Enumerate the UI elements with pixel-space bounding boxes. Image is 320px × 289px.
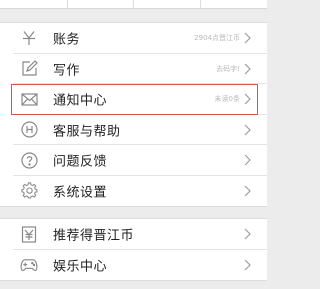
menu-item-entertainment[interactable]: 娱乐中心 [0, 250, 267, 281]
menu-item-label: 账务 [53, 32, 81, 48]
edit-icon [20, 60, 38, 78]
currency-yen-icon [20, 29, 38, 47]
menu-item-label: 问题反馈 [53, 154, 108, 170]
menu-item-settings[interactable]: 系统设置 [0, 176, 267, 207]
menu-item-feedback[interactable]: 问题反馈 [0, 145, 267, 176]
menu-group-extras: 推荐得晋江币 娱乐中心 [0, 218, 267, 281]
chevron-right-icon [244, 32, 251, 44]
chevron-right-icon [244, 154, 251, 166]
help-circle-icon [20, 121, 38, 139]
chevron-right-icon [244, 259, 251, 271]
chevron-right-icon [244, 93, 251, 105]
menu-item-label: 写作 [53, 63, 81, 79]
menu-group-main: 账务 2904点晋江币 写作 去码字! 通知中心 未读0条 客服与帮助 问题反馈… [0, 22, 267, 207]
gift-box-icon [20, 225, 38, 243]
question-icon [20, 151, 38, 169]
menu-item-recommend[interactable]: 推荐得晋江币 [0, 219, 267, 250]
gear-icon [20, 182, 38, 200]
top-tab-strip [0, 0, 267, 9]
menu-item-value: 去码字! [216, 64, 240, 73]
menu-item-notifications[interactable]: 通知中心 未读0条 [0, 84, 267, 115]
chevron-right-icon [244, 63, 251, 75]
menu-item-label: 通知中心 [53, 93, 108, 109]
menu-item-value: 2904点晋江币 [194, 34, 240, 43]
menu-item-label: 推荐得晋江币 [53, 228, 135, 244]
chevron-right-icon [244, 185, 251, 197]
menu-item-support[interactable]: 客服与帮助 [0, 115, 267, 145]
mail-icon [20, 90, 38, 108]
menu-item-label: 娱乐中心 [53, 259, 108, 275]
gamepad-icon [20, 256, 38, 274]
menu-item-label: 客服与帮助 [53, 124, 121, 140]
chevron-right-icon [244, 124, 251, 136]
tab-strip-border [0, 8, 267, 9]
menu-item-label: 系统设置 [53, 185, 108, 201]
menu-item-writing[interactable]: 写作 去码字! [0, 54, 267, 84]
menu-item-account[interactable]: 账务 2904点晋江币 [0, 23, 267, 54]
menu-item-value: 未读0条 [214, 95, 240, 104]
chevron-right-icon [244, 228, 251, 240]
